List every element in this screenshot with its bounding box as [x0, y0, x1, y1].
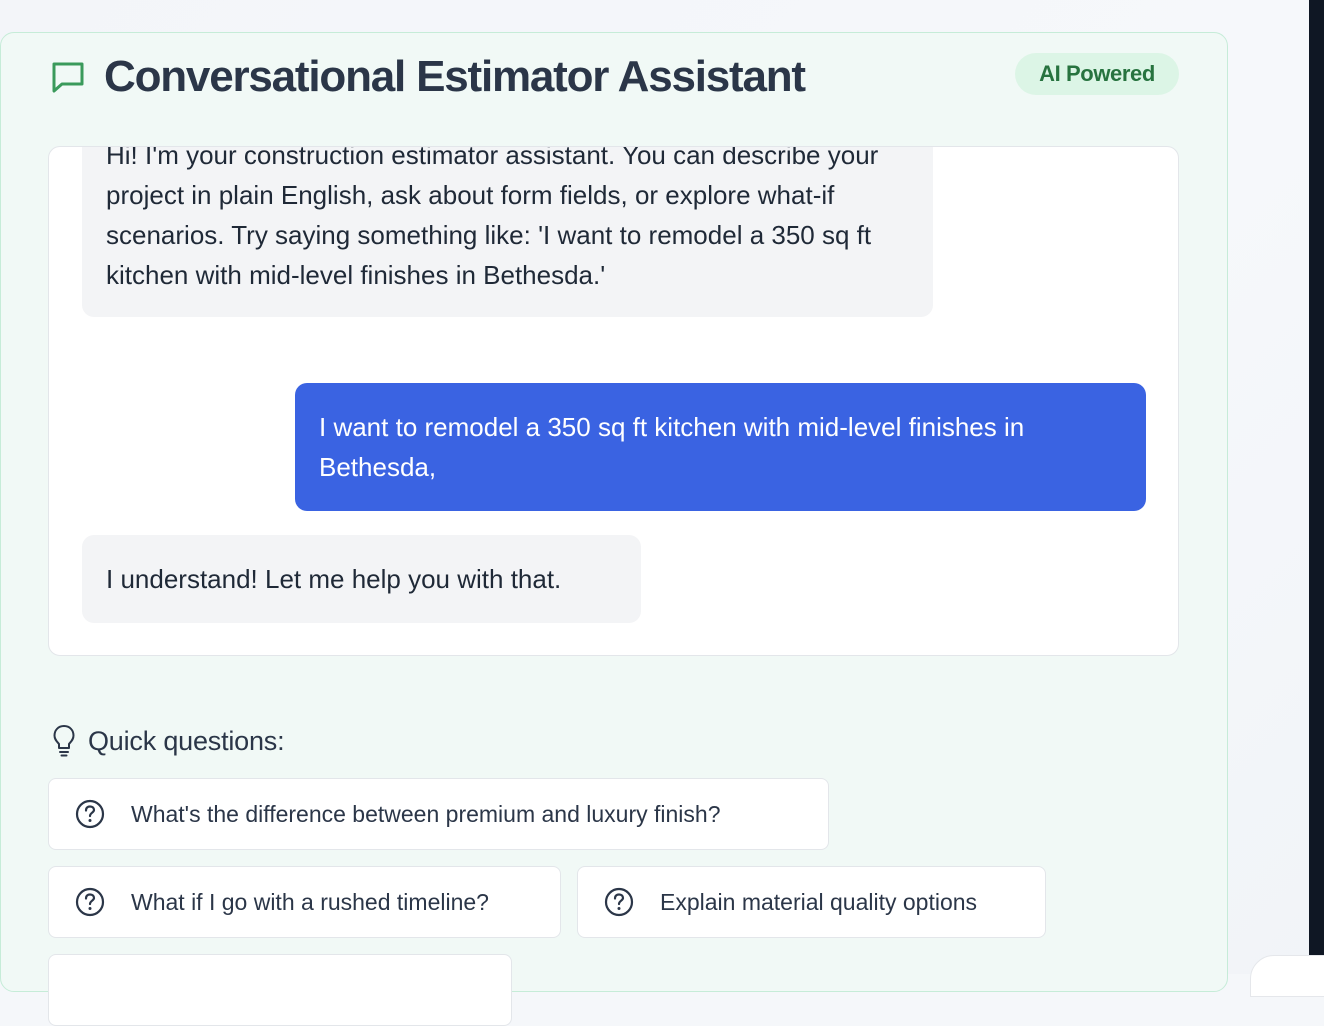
help-circle-icon: [604, 887, 634, 917]
quick-questions-header: Quick questions:: [52, 724, 285, 758]
chat-bubble-icon: [50, 59, 86, 95]
page-title: Conversational Estimator Assistant: [104, 52, 806, 101]
assistant-message: I understand! Let me help you with that.: [82, 535, 641, 623]
assistant-message: Hi! I'm your construction estimator assi…: [82, 147, 933, 317]
quick-question-label: Explain material quality options: [660, 888, 978, 915]
ai-powered-badge: AI Powered: [1015, 53, 1179, 95]
quick-question-label: What if I go with a rushed timeline?: [131, 888, 489, 915]
help-circle-icon: [75, 887, 105, 917]
help-circle-icon: [75, 799, 105, 829]
window-edge: [1309, 0, 1324, 974]
panel-header: Conversational Estimator Assistant: [50, 52, 806, 102]
quick-question-button[interactable]: What if I go with a rushed timeline?: [48, 866, 561, 938]
quick-question-label: What's the difference between premium an…: [131, 800, 721, 827]
quick-question-button[interactable]: What's the difference between premium an…: [48, 778, 829, 850]
quick-question-button[interactable]: [48, 954, 512, 1026]
quick-questions-label: Quick questions:: [88, 725, 285, 756]
quick-question-button[interactable]: Explain material quality options: [577, 866, 1046, 938]
lightbulb-icon: [52, 724, 76, 758]
floating-widget-corner[interactable]: [1250, 955, 1324, 997]
user-message: I want to remodel a 350 sq ft kitchen wi…: [295, 383, 1146, 511]
chat-messages-area[interactable]: Hi! I'm your construction estimator assi…: [48, 146, 1179, 656]
